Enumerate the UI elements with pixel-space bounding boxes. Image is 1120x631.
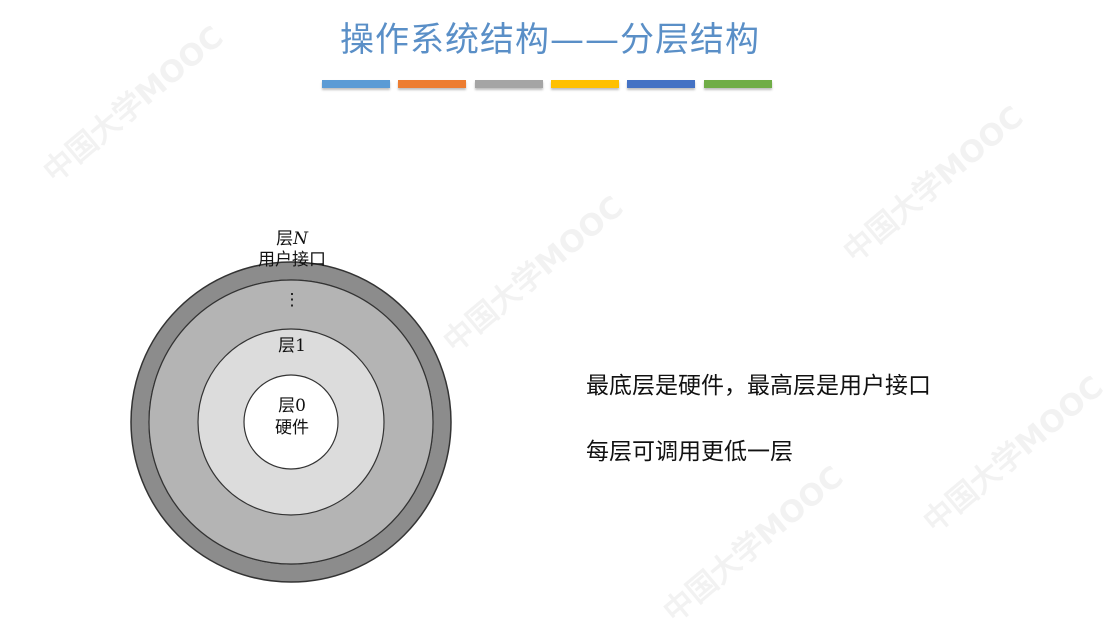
- watermark: 中国大学MOOC: [437, 189, 631, 360]
- layered-structure-diagram: 层N 用户接口 ⋮ 层1 层0 硬件: [130, 222, 455, 612]
- concentric-rings: [130, 261, 452, 583]
- bullet-item: 每层可调用更低一层: [586, 439, 793, 465]
- slide: 中国大学MOOC 中国大学MOOC 中国大学MOOC 中国大学MOOC 中国大学…: [0, 0, 1120, 630]
- layer-1-label: 层1: [278, 336, 306, 356]
- accent-bar-blue: [322, 80, 390, 88]
- layer-n-desc: 用户接口: [258, 250, 326, 270]
- ellipsis-label: ⋮: [283, 290, 301, 310]
- layer-n-index: N: [293, 229, 308, 249]
- accent-bar-gray: [475, 80, 543, 88]
- accent-bar-orange: [398, 80, 466, 88]
- watermark: 中国大学MOOC: [657, 459, 851, 630]
- watermark: 中国大学MOOC: [837, 99, 1031, 270]
- layer-n-label: 层N: [212, 229, 372, 249]
- layer-n-name: 层: [276, 229, 294, 249]
- accent-bar-dark-blue: [627, 80, 695, 88]
- bullet-item: 最底层是硬件，最高层是用户接口: [586, 373, 931, 399]
- slide-title: 操作系统结构——分层结构: [340, 20, 760, 60]
- accent-bar-yellow: [551, 80, 619, 88]
- watermark: 中国大学MOOC: [917, 369, 1111, 540]
- layer-0-desc: 硬件: [275, 418, 309, 438]
- layer-0-label: 层0: [278, 396, 306, 416]
- accent-bar-green: [704, 80, 772, 88]
